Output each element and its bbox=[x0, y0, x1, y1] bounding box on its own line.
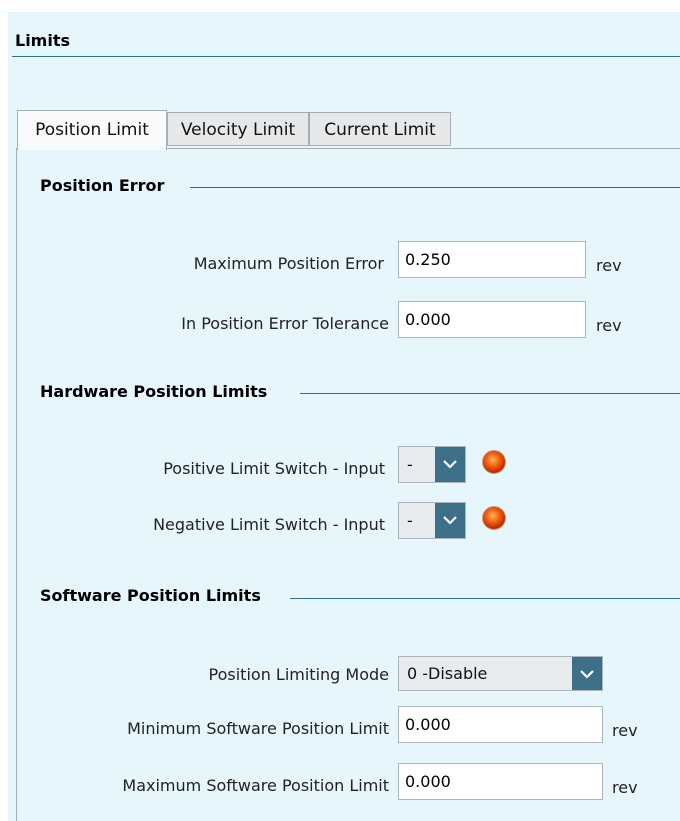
select-value: - bbox=[407, 511, 413, 530]
max-software-position-limit-label: Maximum Software Position Limit bbox=[122, 776, 389, 795]
section-divider bbox=[190, 187, 680, 188]
section-title-position-error: Position Error bbox=[40, 176, 165, 195]
unit-label: rev bbox=[612, 778, 638, 797]
panel-title-divider bbox=[12, 56, 680, 57]
min-software-position-limit-field[interactable]: 0.000 bbox=[398, 706, 603, 743]
min-software-position-limit-label: Minimum Software Position Limit bbox=[127, 719, 389, 738]
negative-limit-status-led-icon bbox=[482, 506, 506, 530]
section-title-software-limits: Software Position Limits bbox=[40, 586, 261, 605]
position-error-tolerance-label: In Position Error Tolerance bbox=[181, 314, 389, 333]
positive-limit-switch-label: Positive Limit Switch - Input bbox=[163, 459, 385, 478]
max-software-position-limit-field[interactable]: 0.000 bbox=[398, 763, 603, 800]
chevron-down-icon[interactable] bbox=[572, 657, 602, 690]
unit-label: rev bbox=[612, 721, 638, 740]
position-error-tolerance-field[interactable]: 0.000 bbox=[398, 301, 586, 338]
position-limiting-mode-label: Position Limiting Mode bbox=[208, 665, 389, 684]
negative-limit-switch-label: Negative Limit Switch - Input bbox=[153, 515, 385, 534]
select-value: 0 -Disable bbox=[407, 664, 488, 683]
unit-label: rev bbox=[596, 316, 622, 335]
position-limiting-mode-select[interactable]: 0 -Disable bbox=[398, 656, 603, 691]
section-title-hardware-limits: Hardware Position Limits bbox=[40, 382, 268, 401]
tab-position-limit[interactable]: Position Limit bbox=[17, 110, 167, 150]
max-position-error-field[interactable]: 0.250 bbox=[398, 241, 586, 278]
section-divider bbox=[290, 598, 680, 599]
chevron-down-icon[interactable] bbox=[435, 447, 465, 482]
negative-limit-switch-select[interactable]: - bbox=[398, 502, 466, 539]
section-divider bbox=[300, 393, 680, 394]
select-value: - bbox=[407, 455, 413, 474]
positive-limit-status-led-icon bbox=[482, 450, 506, 474]
unit-label: rev bbox=[596, 256, 622, 275]
panel-title: Limits bbox=[15, 31, 71, 50]
chevron-down-icon[interactable] bbox=[435, 503, 465, 538]
positive-limit-switch-select[interactable]: - bbox=[398, 446, 466, 483]
tab-velocity-limit[interactable]: Velocity Limit bbox=[167, 112, 309, 146]
tab-current-limit[interactable]: Current Limit bbox=[309, 112, 451, 146]
max-position-error-label: Maximum Position Error bbox=[193, 254, 384, 273]
